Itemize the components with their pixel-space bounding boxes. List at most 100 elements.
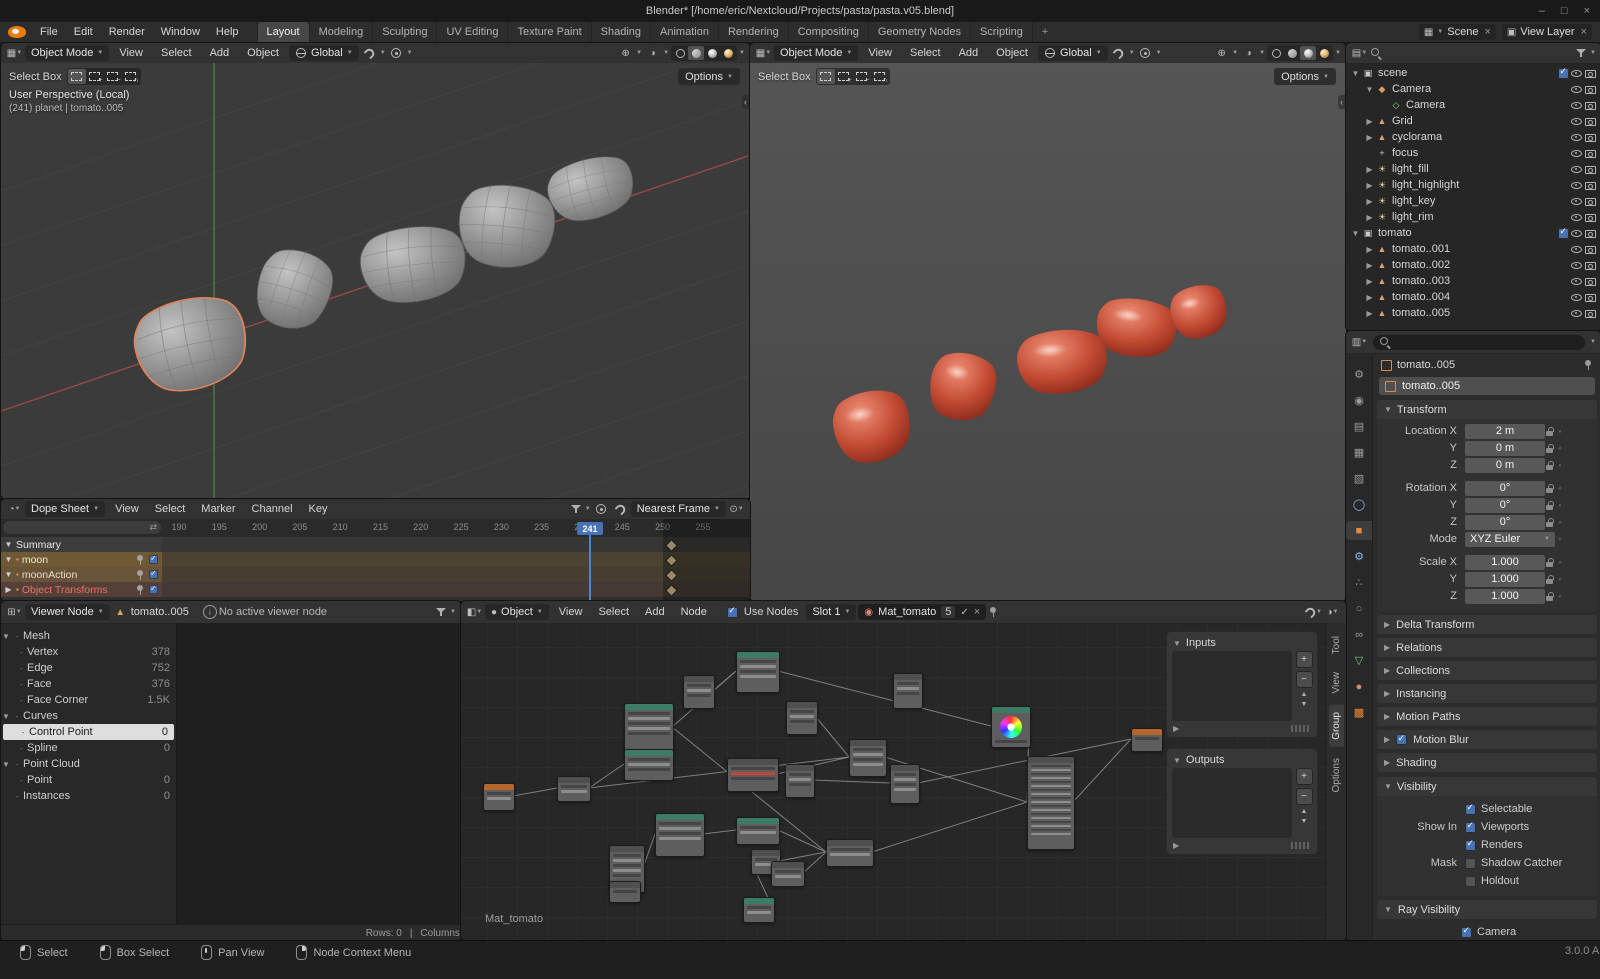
viewport-menu-object[interactable]: Object [239, 47, 287, 59]
scene-selector[interactable]: ▦ ▼ Scene × [1419, 24, 1496, 40]
workspace-tab-geometry-nodes[interactable]: Geometry Nodes [868, 22, 970, 42]
workspace-tab-sculpting[interactable]: Sculpting [372, 22, 436, 42]
workspace-tab-layout[interactable]: Layout [257, 22, 309, 42]
outliner-row-cyclorama[interactable]: ▶▲cyclorama [1346, 129, 1600, 145]
tomato-object[interactable] [1015, 327, 1109, 396]
shader-node[interactable] [890, 764, 920, 804]
shader-node[interactable] [893, 673, 923, 709]
select-mode-button[interactable] [817, 69, 835, 84]
lock-icon[interactable] [1545, 426, 1555, 437]
dope-menu-view[interactable]: View [107, 503, 147, 515]
lock-icon[interactable] [1545, 500, 1555, 511]
shader-type-dropdown[interactable]: ● Object ▼ [485, 604, 549, 620]
chevron-down-icon[interactable]: ▼ [636, 50, 642, 56]
view-layer-unlink-button[interactable]: × [1579, 26, 1587, 38]
mode-dropdown[interactable]: XYZ Euler▼ [1465, 532, 1555, 547]
hide-in-viewport-icon[interactable] [1569, 226, 1583, 240]
snap-mode-dropdown[interactable]: Nearest Frame ▼ [631, 501, 726, 517]
properties-search-input[interactable] [1373, 335, 1585, 350]
panel-header[interactable]: ▼Inputs [1172, 635, 1312, 651]
close-button[interactable]: × [1584, 5, 1590, 17]
view-layer-selector[interactable]: ▣ View Layer × [1502, 24, 1592, 40]
outliner-row-camera[interactable]: ▼◆Camera [1346, 81, 1600, 97]
material-name-field[interactable]: ◉ Mat_tomato 5 ✓ × [858, 604, 986, 620]
workspace-tab-scripting[interactable]: Scripting [970, 22, 1032, 42]
particles-properties-tab[interactable]: ∴ [1347, 573, 1371, 592]
animate-decorator-dot[interactable]: ◦ [1555, 460, 1565, 470]
disable-in-renders-icon[interactable] [1583, 258, 1597, 272]
shader-node[interactable] [1131, 728, 1163, 752]
panel-header[interactable]: ▼Outputs [1172, 752, 1312, 768]
value-field[interactable]: 1.000 [1465, 589, 1545, 604]
outliner-row-light-fill[interactable]: ▶☀light_fill [1346, 161, 1600, 177]
move-up-icon[interactable]: ▲ [1301, 691, 1308, 698]
shader-node[interactable] [557, 776, 591, 802]
expand-arrow-icon[interactable]: ▶ [1364, 293, 1375, 302]
grip-handle[interactable] [1291, 842, 1311, 849]
expand-arrow-icon[interactable]: ▼ [1, 632, 11, 641]
overlays-button[interactable]: ◑ [644, 45, 661, 61]
physics-properties-tab[interactable]: ○ [1347, 599, 1371, 618]
outliner-row-light-highlight[interactable]: ▶☀light_highlight [1346, 177, 1600, 193]
view-layer-properties-tab[interactable]: ▦ [1347, 443, 1371, 462]
channel-enable-checkbox[interactable] [149, 570, 158, 579]
expand-arrow-icon[interactable]: ▶ [1173, 841, 1179, 850]
move-down-icon[interactable]: ▼ [1301, 701, 1308, 708]
sidebar-tab-group[interactable]: Group [1329, 705, 1344, 747]
selectable-checkbox[interactable] [1465, 804, 1476, 815]
unlink-material-button[interactable]: × [974, 606, 980, 618]
maximize-button[interactable]: □ [1561, 5, 1568, 17]
shader-node[interactable] [826, 839, 874, 867]
select-mode-button[interactable]: ∩ [122, 69, 140, 84]
expand-arrow-icon[interactable]: ▼ [4, 540, 13, 549]
transform-panel-header[interactable]: ▼ Transform [1377, 400, 1597, 419]
shading-wire-button[interactable] [1268, 46, 1284, 60]
motion-paths-panel-header[interactable]: ▶Motion Paths [1377, 707, 1597, 726]
copy-keyframes-icon[interactable]: ⊙▼ [728, 501, 745, 517]
hide-in-viewport-icon[interactable] [1569, 146, 1583, 160]
lock-icon[interactable] [1545, 460, 1555, 471]
proportional-edit-icon[interactable] [593, 501, 610, 517]
node-menu-select[interactable]: Select [590, 606, 637, 618]
spreadsheet-row-face[interactable]: ∙Face376 [1, 676, 176, 692]
hide-in-viewport-icon[interactable] [1569, 306, 1583, 320]
chevron-down-icon[interactable]: ▼ [1156, 50, 1162, 56]
shader-node[interactable] [624, 703, 674, 753]
snap-magnet-button[interactable] [1110, 45, 1127, 61]
channel-moon[interactable]: ▼▪moon [1, 552, 162, 567]
menu-window[interactable]: Window [153, 22, 208, 42]
expand-arrow-icon[interactable]: ▶ [4, 585, 13, 594]
add-socket-button[interactable]: + [1296, 651, 1313, 668]
value-field[interactable]: 0 m [1465, 441, 1545, 456]
spreadsheet-row-face-corner[interactable]: ∙Face Corner1.5K [1, 692, 176, 708]
filter-icon[interactable] [570, 503, 583, 515]
material-users-count[interactable]: 5 [941, 606, 955, 618]
expand-arrow-icon[interactable]: ▶ [1364, 245, 1375, 254]
animate-decorator-dot[interactable]: ◦ [1555, 483, 1565, 493]
shading-mat-button[interactable] [704, 46, 720, 60]
tool-properties-tab[interactable]: ⚙ [1347, 365, 1371, 384]
tomato-object[interactable] [828, 385, 915, 468]
menu-render[interactable]: Render [101, 22, 153, 42]
node-canvas[interactable]: Mat_tomato ▼Inputs+−▲▼▶▼Outputs+−▲▼▶ [461, 623, 1326, 941]
disable-in-renders-icon[interactable] [1583, 306, 1597, 320]
disable-in-renders-icon[interactable] [1583, 66, 1597, 80]
channel-moonaction[interactable]: ▼▪moonAction [1, 567, 162, 582]
lock-icon[interactable] [1545, 443, 1555, 454]
chevron-down-icon[interactable]: ▼ [585, 506, 591, 512]
outliner-row-grid[interactable]: ▶▲Grid [1346, 113, 1600, 129]
menu-edit[interactable]: Edit [66, 22, 101, 42]
hide-in-viewport-icon[interactable] [1569, 194, 1583, 208]
output-properties-tab[interactable]: ▤ [1347, 417, 1371, 436]
node-menu-add[interactable]: Add [637, 606, 673, 618]
disable-in-renders-icon[interactable] [1583, 178, 1597, 192]
shader-node[interactable] [849, 739, 887, 777]
select-mode-button[interactable]: − [853, 69, 871, 84]
expand-arrow-icon[interactable]: ▼ [1364, 85, 1375, 94]
pin-icon[interactable] [135, 554, 145, 566]
select-mode-button[interactable] [68, 69, 86, 84]
socket-list[interactable] [1172, 768, 1292, 838]
lock-icon[interactable] [1545, 557, 1555, 568]
remove-socket-button[interactable]: − [1296, 788, 1313, 805]
expand-arrow-icon[interactable]: ▶ [1364, 165, 1375, 174]
